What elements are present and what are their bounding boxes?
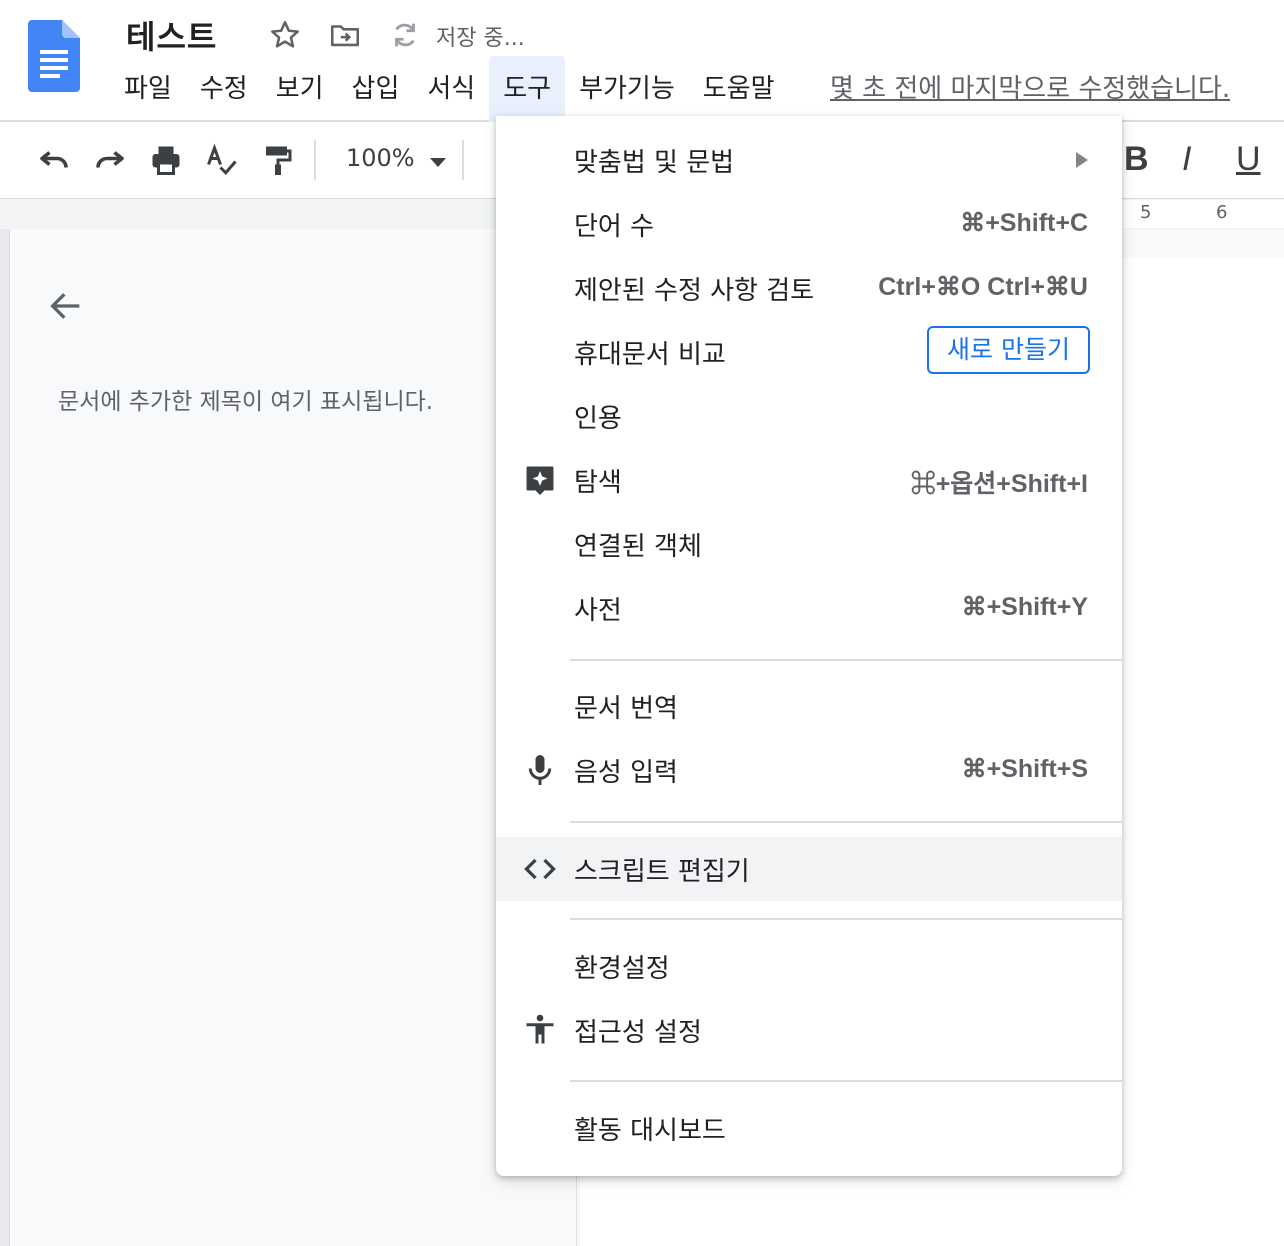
zoom-select[interactable]: 100% [346,144,415,172]
new-button[interactable]: 새로 만들기 [927,326,1090,374]
menu-item-voice-typing[interactable]: 음성 입력 ⌘+Shift+S [496,738,1122,802]
move-to-folder-icon[interactable] [328,18,362,52]
menu-divider [570,659,1122,661]
docs-header: 테스트 저장 중... 파일 수정 보기 삽입 서식 도구 부가기능 도움말 몇… [0,0,1284,122]
sync-icon [395,23,415,47]
redo-icon[interactable] [92,142,128,178]
menu-item-label: 접근성 설정 [574,1018,702,1048]
saving-status: 저장 중... [436,26,525,51]
menu-item-review-suggested-edits[interactable]: 제안된 수정 사항 검토 Ctrl+⌘O Ctrl+⌘U [496,256,1122,320]
menu-item-translate-document[interactable]: 문서 번역 [496,674,1122,738]
menu-format[interactable]: 서식 [413,62,489,116]
menu-item-shortcut: ⌘+Shift+Y [961,593,1088,621]
bold-button[interactable]: B [1124,140,1149,179]
menu-help[interactable]: 도움말 [689,62,789,116]
menu-divider [570,1080,1122,1082]
code-icon [524,858,556,880]
menu-item-word-count[interactable]: 단어 수 ⌘+Shift+C [496,192,1122,256]
menu-item-label: 음성 입력 [574,758,678,788]
ruler-number: 5 [1140,202,1152,223]
menu-item-compare-documents[interactable]: 휴대문서 비교 새로 만들기 [496,320,1122,384]
menu-item-label: 문서 번역 [574,694,678,724]
menu-divider [570,821,1122,823]
menu-divider [570,918,1122,920]
explore-icon [526,466,554,495]
accessibility-icon [526,1014,554,1044]
menu-item-label: 휴대문서 비교 [574,340,726,370]
menu-item-activity-dashboard[interactable]: 활동 대시보드 [496,1096,1122,1160]
outline-empty-hint: 문서에 추가한 제목이 여기 표시됩니다. [58,389,434,415]
google-docs-logo-icon[interactable] [28,20,80,92]
menu-item-label: 연결된 객체 [574,532,702,562]
menu-item-linked-objects[interactable]: 연결된 객체 [496,512,1122,576]
menu-item-shortcut: Ctrl+⌘O Ctrl+⌘U [878,273,1088,301]
tools-menu-dropdown: 맞춤법 및 문법 단어 수 ⌘+Shift+C 제안된 수정 사항 검토 Ctr… [496,116,1122,1176]
toolbar-divider [462,140,464,180]
menu-item-shortcut: ⌘+Shift+S [961,755,1088,783]
document-title[interactable]: 테스트 [126,12,217,58]
microphone-icon [528,755,552,785]
vertical-ruler[interactable] [0,229,10,1246]
chevron-down-icon[interactable] [430,158,446,167]
menu-addons[interactable]: 부가기능 [565,62,689,116]
undo-icon[interactable] [36,142,72,178]
menu-item-shortcut: ⌘+옵션+Shift+I [910,470,1088,498]
star-icon[interactable] [268,18,302,52]
spellcheck-icon[interactable] [204,142,240,178]
paint-format-icon[interactable] [260,142,296,178]
menu-item-label: 제안된 수정 사항 검토 [574,276,815,306]
menu-tools[interactable]: 도구 [489,56,566,122]
menu-item-label: 사전 [574,596,622,626]
underline-button[interactable]: U [1236,140,1261,179]
menu-view[interactable]: 보기 [262,62,338,116]
menu-insert[interactable]: 삽입 [338,62,414,116]
menu-item-shortcut: ⌘+Shift+C [960,209,1088,237]
menu-item-citations[interactable]: 인용 [496,384,1122,448]
menu-item-label: 활동 대시보드 [574,1116,726,1146]
menu-item-spelling-grammar[interactable]: 맞춤법 및 문법 [496,128,1122,192]
ruler-number: 6 [1216,202,1228,223]
back-arrow-icon[interactable] [46,286,86,326]
menu-item-label: 스크립트 편집기 [574,857,750,887]
submenu-arrow-icon [1076,152,1088,168]
menu-item-script-editor[interactable]: 스크립트 편집기 [496,837,1122,901]
toolbar-divider [314,140,316,180]
menu-edit[interactable]: 수정 [186,62,262,116]
menu-item-dictionary[interactable]: 사전 ⌘+Shift+Y [496,576,1122,640]
italic-button[interactable]: I [1182,140,1191,179]
menu-item-preferences[interactable]: 환경설정 [496,934,1122,998]
menu-item-label: 환경설정 [574,954,670,984]
menu-item-label: 단어 수 [574,212,655,242]
menu-item-label: 탐색 [574,468,622,498]
menu-file[interactable]: 파일 [110,62,186,116]
menu-item-label: 인용 [574,404,622,434]
menu-item-accessibility-settings[interactable]: 접근성 설정 [496,998,1122,1062]
print-icon[interactable] [148,142,184,178]
menu-item-explore[interactable]: 탐색 ⌘+옵션+Shift+I [496,448,1122,512]
last-edit-link[interactable]: 몇 초 전에 마지막으로 수정했습니다. [830,68,1230,105]
menu-bar: 파일 수정 보기 삽입 서식 도구 부가기능 도움말 [110,56,789,122]
menu-item-label: 맞춤법 및 문법 [574,148,735,178]
